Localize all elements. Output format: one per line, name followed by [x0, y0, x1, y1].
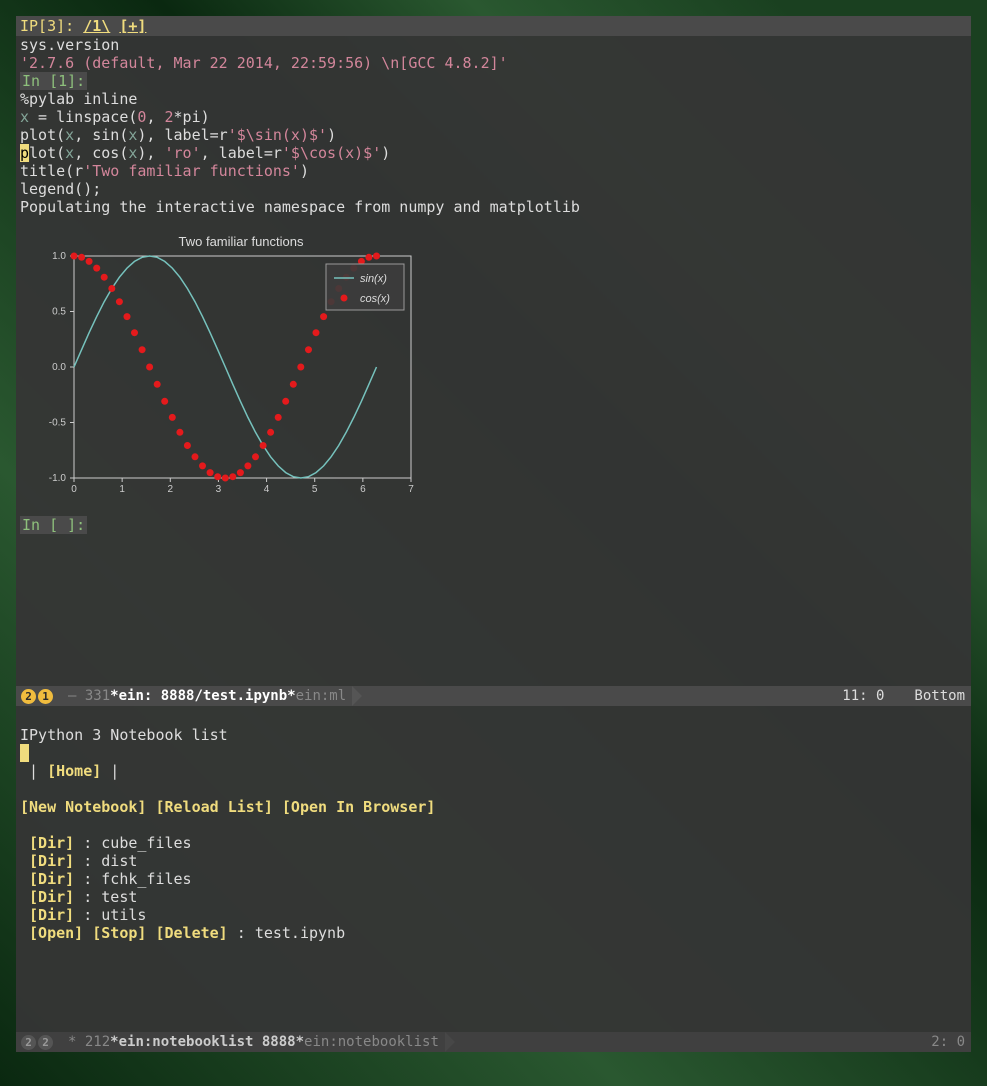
cursor: p	[20, 144, 29, 162]
in-prompt-empty: In [ ]:	[20, 516, 87, 534]
svg-text:7: 7	[408, 484, 414, 495]
notebook-file[interactable]: test.ipynb	[255, 924, 345, 942]
svg-text:6: 6	[360, 484, 366, 495]
dir-link[interactable]: [Dir]	[29, 888, 74, 906]
dir-link[interactable]: [Dir]	[29, 906, 74, 924]
svg-text:0.0: 0.0	[52, 362, 66, 373]
header-line: IP[3]: /1\ [+]	[16, 16, 971, 36]
stop-notebook-button[interactable]: [Stop]	[92, 924, 146, 942]
nblist-title: IPython 3 Notebook list	[20, 726, 228, 744]
dir-name[interactable]: fchk_files	[101, 870, 191, 888]
notebooklist-buffer: IPython 3 Notebook list | [Home] | [New …	[16, 706, 971, 1032]
svg-text:5: 5	[312, 484, 318, 495]
open-in-browser-button[interactable]: [Open In Browser]	[282, 798, 436, 816]
cursor-bottom	[20, 744, 29, 762]
svg-text:1.0: 1.0	[52, 251, 66, 262]
reload-list-button[interactable]: [Reload List]	[155, 798, 272, 816]
window-num-icon: 2	[21, 689, 36, 704]
kernel-indicator[interactable]: /1\	[83, 17, 110, 35]
buffer-name-bottom: *ein:notebooklist 8888*	[110, 1032, 304, 1052]
dir-link[interactable]: [Dir]	[29, 870, 74, 888]
chart-output: Two familiar functions 0 1 2 3 4 5 6 7 -1.0 -0.5 0…	[16, 226, 971, 510]
notebook-buffer: IP[3]: /1\ [+] sys.version '2.7.6 (defau…	[16, 16, 971, 686]
dir-name[interactable]: cube_files	[101, 834, 191, 852]
dir-link[interactable]: [Dir]	[29, 834, 74, 852]
svg-text:3: 3	[216, 484, 222, 495]
delete-notebook-button[interactable]: [Delete]	[155, 924, 227, 942]
svg-text:-1.0: -1.0	[49, 473, 67, 484]
svg-text:0.5: 0.5	[52, 307, 66, 318]
cell-2[interactable]: In [ ]:	[16, 516, 971, 552]
svg-text:4: 4	[264, 484, 270, 495]
svg-text:sin(x): sin(x)	[360, 273, 387, 285]
svg-text:0: 0	[71, 484, 77, 495]
svg-text:2: 2	[168, 484, 174, 495]
new-notebook-button[interactable]: [New Notebook]	[20, 798, 146, 816]
home-link[interactable]: [Home]	[47, 762, 101, 780]
modeline-top: 21 — 331 *ein: 8888/test.ipynb* ein:ml 1…	[16, 686, 971, 706]
svg-text:cos(x): cos(x)	[360, 293, 390, 305]
svg-text:1: 1	[119, 484, 125, 495]
dir-name[interactable]: dist	[101, 852, 137, 870]
svg-text:-0.5: -0.5	[49, 418, 67, 429]
cell-1[interactable]: In [1]: %pylab inline x = linspace(0, 2*…	[16, 72, 971, 216]
svg-text:Two familiar functions: Two familiar functions	[179, 234, 304, 249]
dir-link[interactable]: [Dir]	[29, 852, 74, 870]
buffer-name: *ein: 8888/test.ipynb*	[110, 686, 295, 706]
in-prompt-1: In [1]:	[20, 72, 87, 90]
add-cell-button[interactable]: [+]	[119, 17, 146, 35]
dir-name[interactable]: test	[101, 888, 137, 906]
open-notebook-button[interactable]: [Open]	[29, 924, 83, 942]
cell-output-0: sys.version '2.7.6 (default, Mar 22 2014…	[16, 36, 971, 72]
modeline-bottom: 22 * 212 *ein:notebooklist 8888* ein:not…	[16, 1032, 971, 1052]
dir-name[interactable]: utils	[101, 906, 146, 924]
